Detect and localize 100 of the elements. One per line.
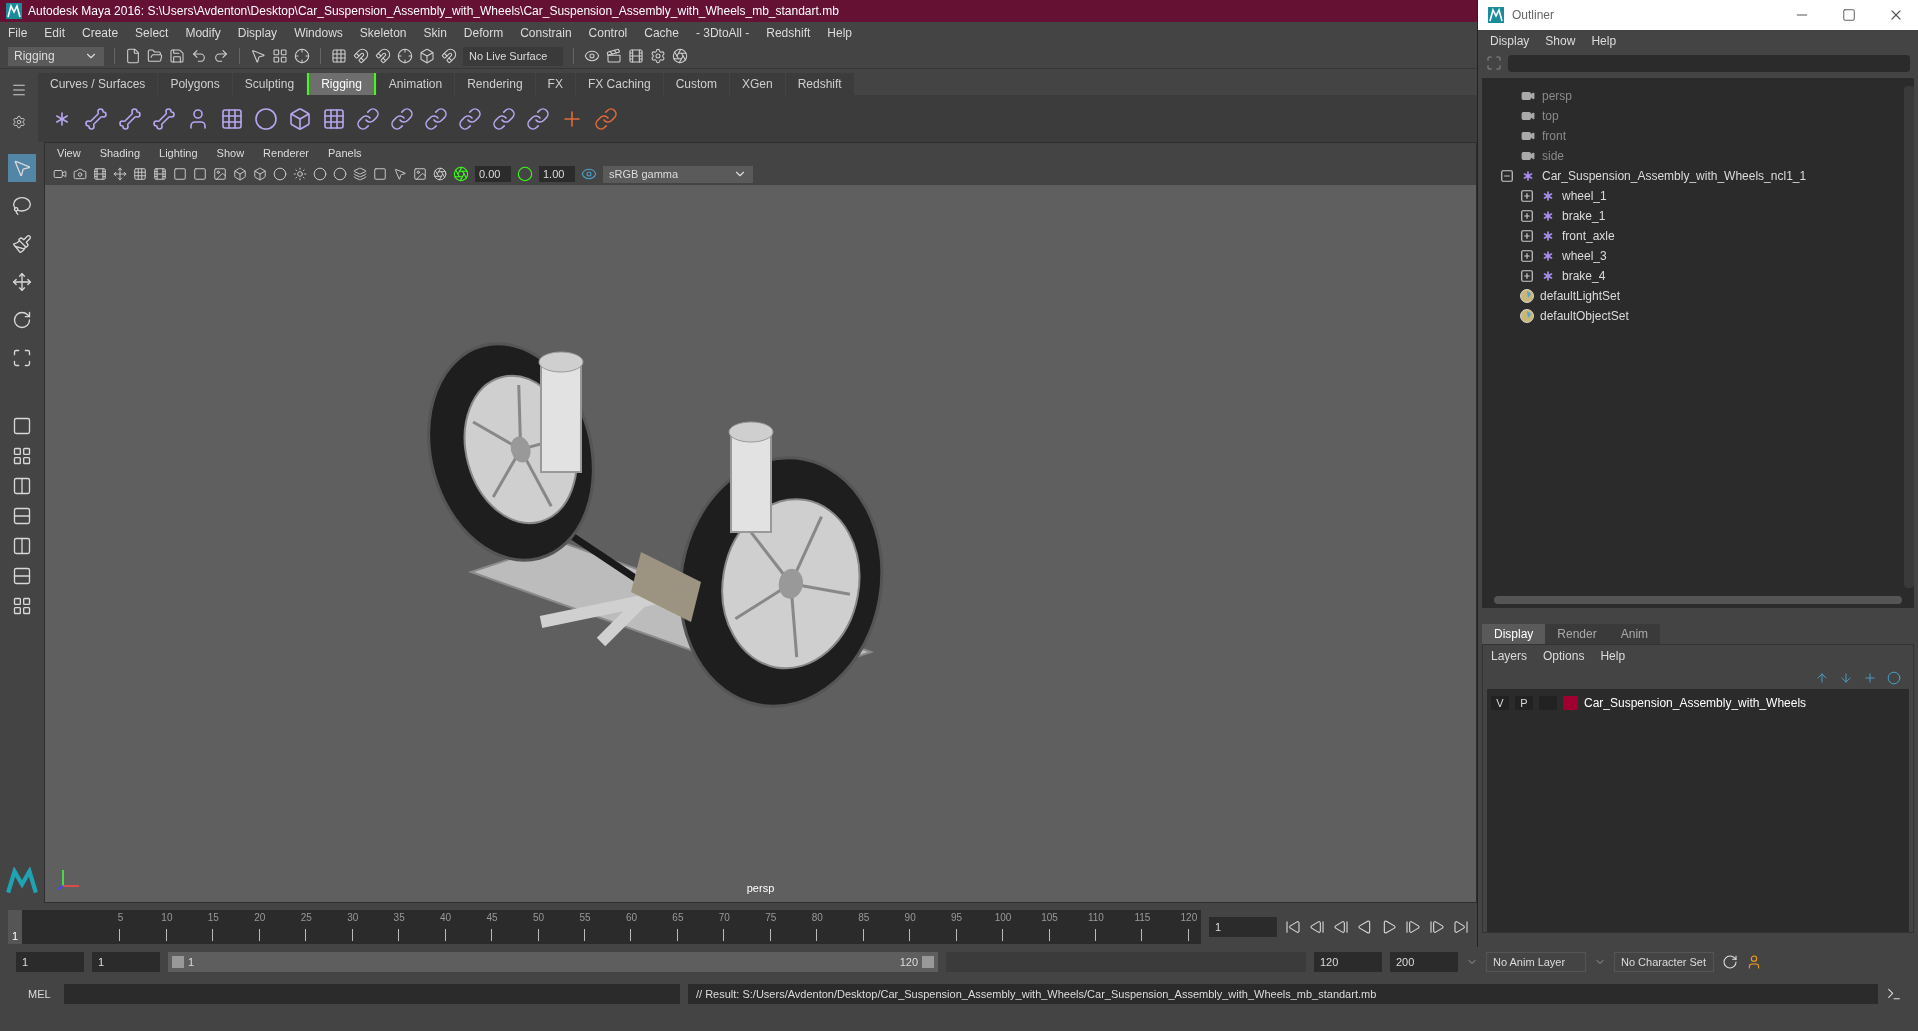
link-icon[interactable] [526,106,550,131]
menu-item[interactable]: Display [1490,32,1530,50]
four-pane-icon[interactable] [12,446,32,466]
search-field[interactable] [1508,54,1910,72]
live-surface-field[interactable]: No Live Surface [463,46,563,66]
menu-item[interactable]: Help [1600,647,1626,665]
square-icon[interactable] [173,167,187,181]
circle-icon[interactable] [273,167,287,181]
layer-name[interactable]: Car_Suspension_Assembly_with_Wheels [1584,694,1807,712]
expand-toggle[interactable] [1520,269,1534,283]
step-forward-icon[interactable] [1429,919,1445,935]
menu-item[interactable]: Select [135,24,169,42]
exposure-field[interactable]: 0.00 [475,166,511,182]
layout-icon[interactable] [12,596,32,616]
side-pane-icon[interactable] [12,536,32,556]
render-view-icon[interactable] [584,48,600,64]
gamma-icon[interactable] [517,166,533,182]
outliner-item[interactable]: persp [1542,87,1573,105]
panel-menu-item[interactable]: Panels [327,144,362,162]
panel-menu-item[interactable]: Show [216,144,245,162]
link-icon[interactable] [390,106,414,131]
single-pane-icon[interactable] [12,416,32,436]
box-icon[interactable] [253,167,267,181]
panel-menu-item[interactable]: Lighting [159,144,198,162]
shelf-tab[interactable]: FX Caching [575,73,663,95]
next-key-icon[interactable] [1405,919,1421,935]
outliner-item[interactable]: Car_Suspension_Assembly_with_Wheels_ncl1_1 [1542,167,1807,185]
render-settings-icon[interactable] [650,48,666,64]
redo-icon[interactable] [213,48,229,64]
pointer-icon[interactable] [393,167,407,181]
step-back-icon[interactable] [1309,919,1325,935]
play-backward-icon[interactable] [1357,919,1373,935]
circle-icon[interactable] [313,167,327,181]
layer-editor-tab[interactable]: Display [1482,624,1546,644]
viewport[interactable]: persp [45,185,1476,902]
command-language-label[interactable]: MEL [16,985,56,1003]
image-icon[interactable] [413,167,427,181]
anim-layer-dropdown[interactable]: No Anim Layer [1486,952,1586,972]
script-editor-icon[interactable] [1886,986,1902,1002]
aperture-icon[interactable] [433,167,447,181]
pointer-icon[interactable] [250,48,266,64]
box-icon[interactable] [233,167,247,181]
shelf-tab[interactable]: Redshift [785,73,854,95]
shelf-tab[interactable]: FX [535,73,575,95]
menu-item[interactable]: Deform [463,24,504,42]
outliner-item[interactable]: wheel_3 [1562,247,1607,265]
color-management-icon[interactable] [581,166,597,182]
link-icon[interactable] [594,106,618,131]
shelf-tab[interactable]: Animation [376,73,455,95]
menu-item[interactable]: Options [1543,647,1585,665]
menu-item[interactable]: Constrain [520,24,572,42]
outliner-item[interactable]: defaultLightSet [1540,287,1621,305]
go-to-start-icon[interactable] [1285,919,1301,935]
magnet-icon[interactable] [353,48,369,64]
sphere-icon[interactable] [254,106,278,131]
expand-toggle[interactable] [1520,209,1534,223]
previous-key-icon[interactable] [1333,919,1349,935]
character-set-dropdown[interactable]: No Character Set [1614,952,1714,972]
cluster-icon[interactable] [322,106,346,131]
snap-point-icon[interactable] [397,48,413,64]
maximize-icon[interactable] [1842,8,1856,22]
menu-item[interactable]: File [8,24,28,42]
film-icon[interactable] [93,167,107,181]
rotate-icon[interactable] [12,310,32,330]
visibility-toggle[interactable]: V [1491,696,1509,710]
layer-editor-tab[interactable]: Render [1545,624,1609,644]
link-icon[interactable] [424,106,448,131]
circle-icon[interactable] [333,167,347,181]
color-space-dropdown[interactable]: sRGB gamma [603,165,753,183]
panel-menu-item[interactable]: View [57,144,81,162]
image-icon[interactable] [213,167,227,181]
menu-item[interactable]: Control [588,24,628,42]
bone-icon[interactable] [152,106,176,131]
shelf-tab[interactable]: Polygons [158,73,232,95]
settings-icon[interactable] [12,115,26,130]
shelf-tab[interactable]: Curves / Surfaces [38,73,158,95]
expand-toggle[interactable] [1520,189,1534,203]
bone-icon[interactable] [84,106,108,131]
command-input[interactable] [64,984,680,1004]
film-icon[interactable] [628,48,644,64]
layers-icon[interactable] [353,167,367,181]
mode-dropdown[interactable]: Rigging [8,46,104,66]
menu-item[interactable]: Modify [185,24,221,42]
go-to-end-icon[interactable] [1453,919,1469,935]
move-icon[interactable] [12,272,32,292]
select-tool-icon[interactable] [12,158,32,178]
light-icon[interactable] [293,167,307,181]
film-icon[interactable] [153,167,167,181]
lasso-icon[interactable] [12,196,32,216]
aperture-icon[interactable] [672,48,688,64]
expand-toggle[interactable] [1520,229,1534,243]
magnet-icon[interactable] [375,48,391,64]
snap-box-icon[interactable] [419,48,435,64]
layer-color-swatch[interactable] [1563,696,1578,710]
current-frame-field[interactable]: 1 [1209,917,1277,937]
square-icon[interactable] [193,167,207,181]
menu-item[interactable]: Skin [423,24,447,42]
time-slider[interactable]: 1 5 10 15 20 25 30 35 40 45 50 55 60 65 70 75 80 85 90 95 100 105 110 115 120 [8,910,1201,944]
menu-item[interactable]: Show [1545,32,1576,50]
expand-toggle[interactable] [1520,249,1534,263]
